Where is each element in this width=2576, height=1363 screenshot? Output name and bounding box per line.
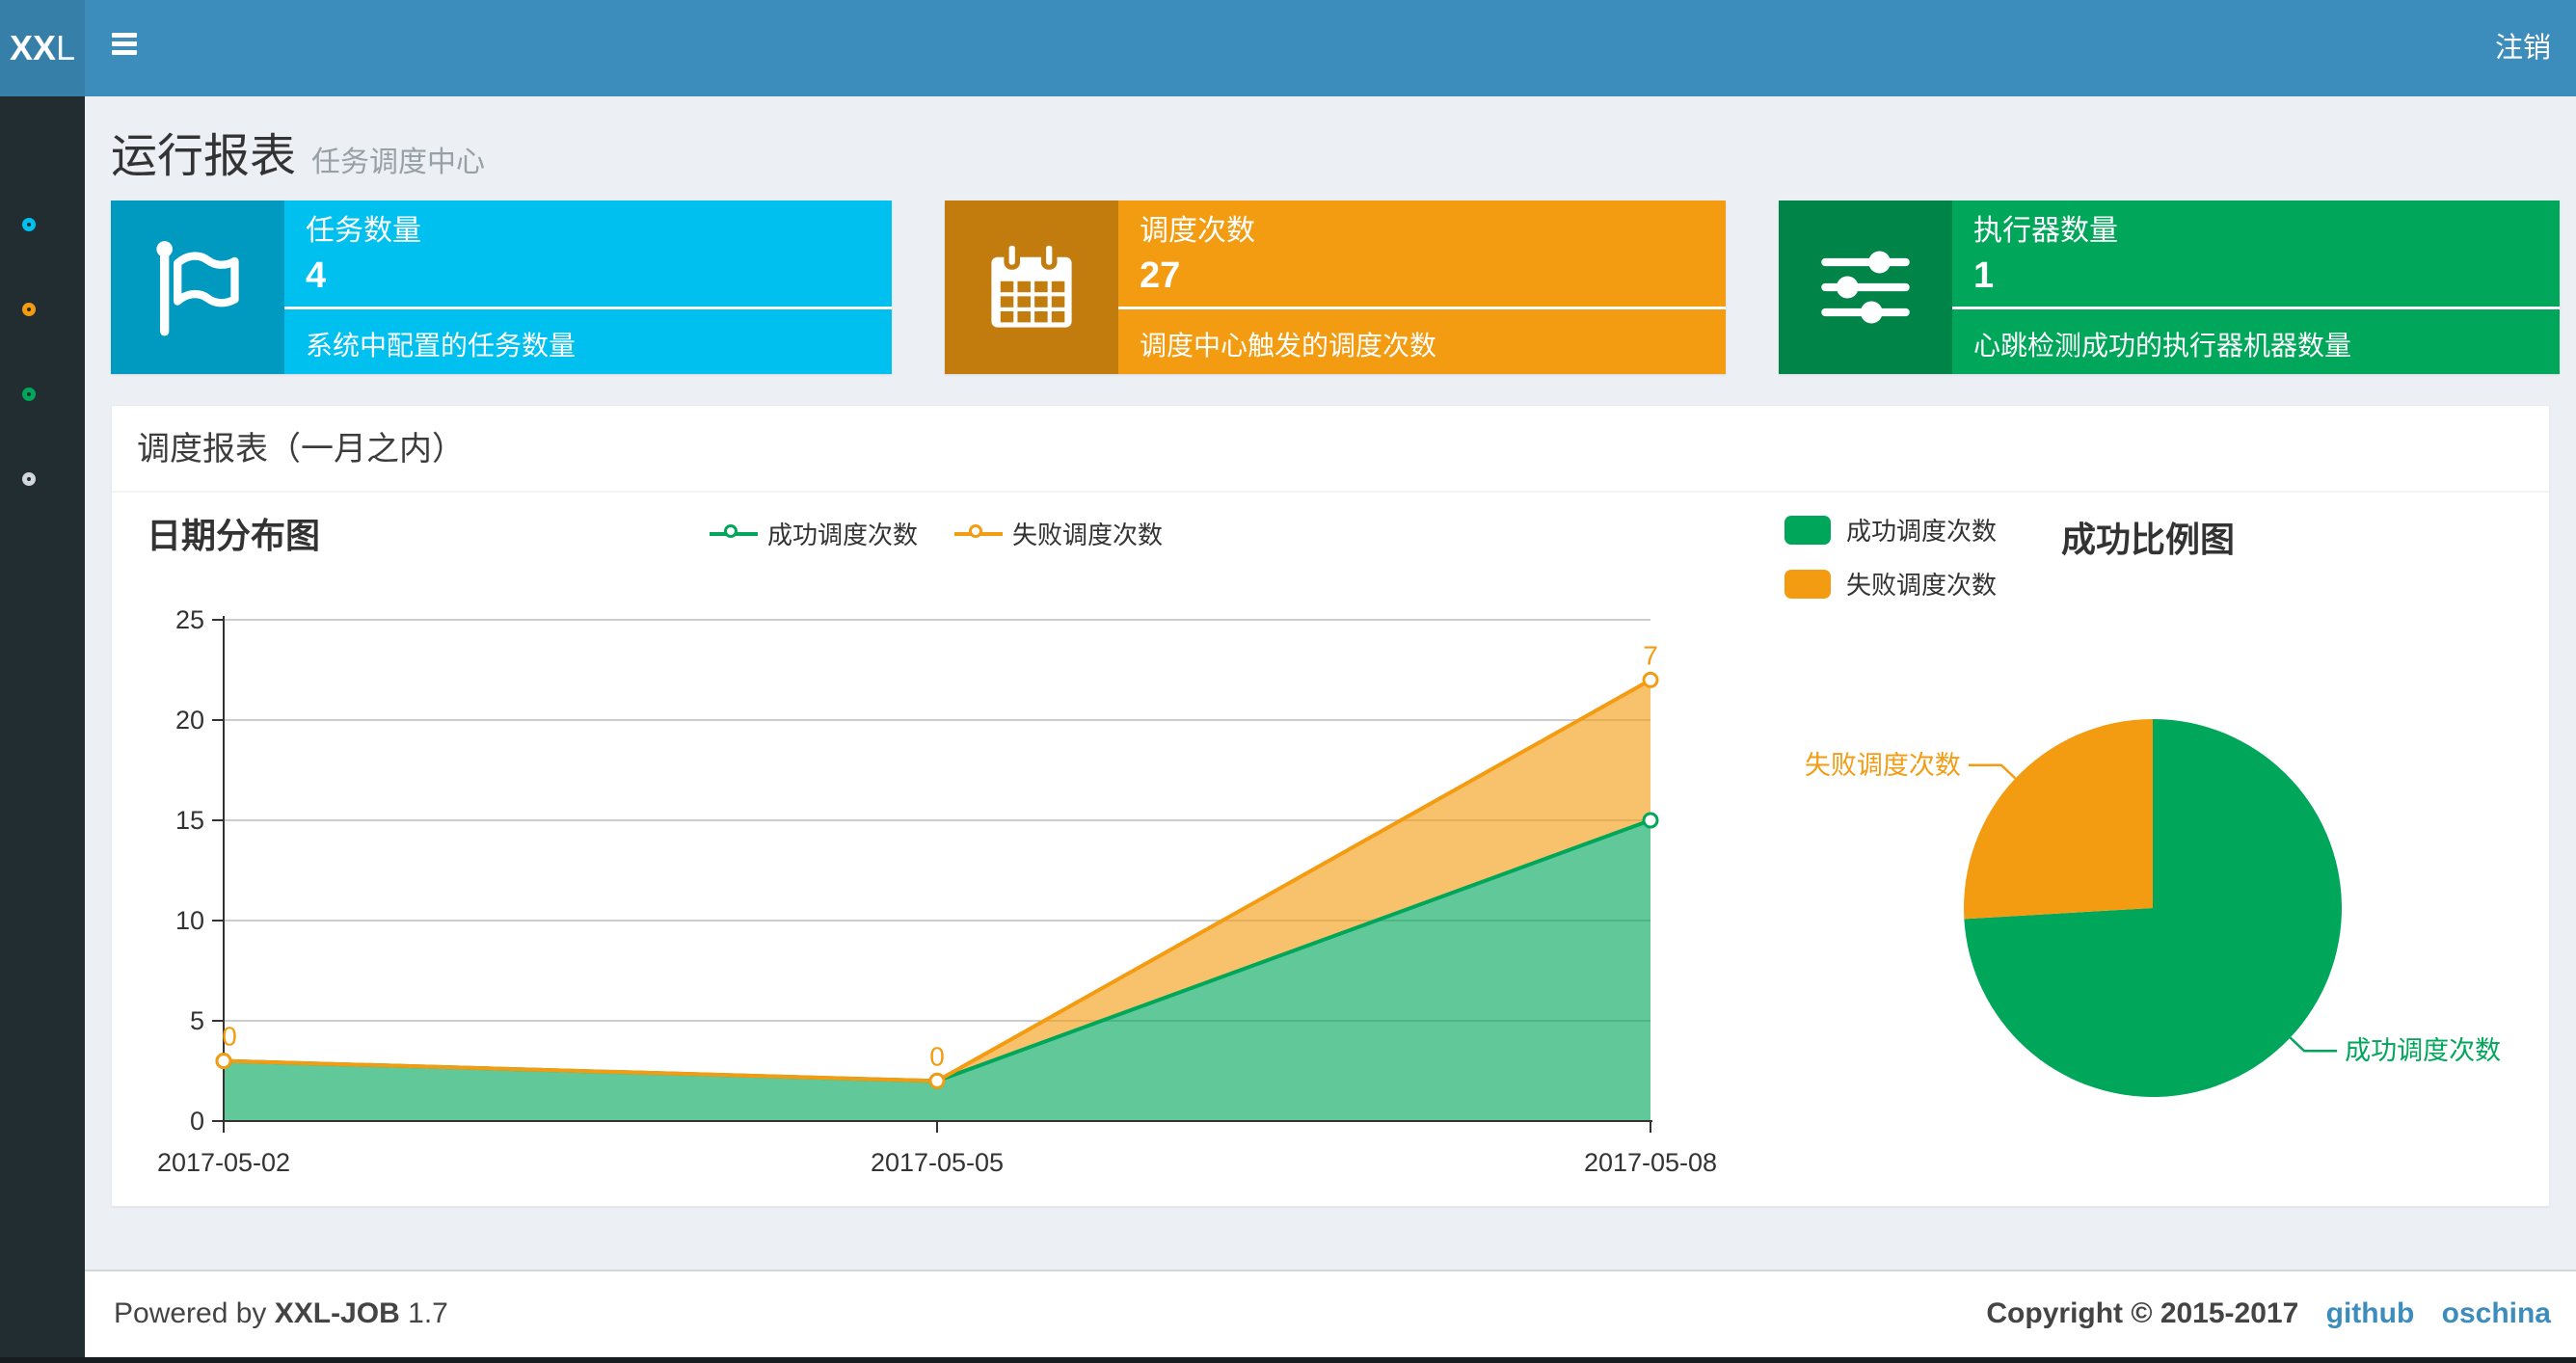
info-box-divider [1952, 307, 2560, 309]
svg-text:0: 0 [190, 1107, 204, 1136]
svg-text:2017-05-08: 2017-05-08 [1584, 1148, 1717, 1177]
powered-by-text: Powered by XXL-JOB 1.7 [114, 1271, 448, 1355]
legend-item[interactable]: 失败调度次数 [954, 516, 1163, 551]
top-navbar: XXL 注销 [0, 0, 2576, 96]
info-box-value: 4 [306, 255, 327, 296]
copyright-text: Copyright © 2015-2017 github oschina [1986, 1271, 2551, 1355]
oschina-link[interactable]: oschina [2442, 1297, 2551, 1329]
info-box-description: 心跳检测成功的执行器机器数量 [1973, 331, 2352, 361]
sidebar-item-job-icon[interactable] [22, 303, 36, 316]
sliders-icon [1779, 200, 1952, 374]
sidebar-toggle-icon[interactable] [110, 31, 139, 66]
info-box-title: 调度次数 [1140, 215, 1255, 247]
sidebar-item-report-icon[interactable] [22, 218, 36, 231]
date-distribution-chart[interactable]: 05101520252017-05-02 2017-05-05 2017-05-08… [112, 579, 1751, 1208]
logo-light-text: L [56, 28, 76, 67]
info-box-title: 任务数量 [306, 215, 421, 247]
logout-button[interactable]: 注销 [2470, 0, 2576, 96]
app-logo[interactable]: XXL [0, 0, 85, 96]
info-box-executors: 执行器数量 1 心跳检测成功的执行器机器数量 [1779, 200, 2560, 374]
panel-title: 调度报表（一月之内） [112, 406, 2549, 493]
svg-text:15: 15 [175, 806, 204, 835]
info-box-title: 执行器数量 [1973, 215, 2118, 247]
line-chart-legend: 成功调度次数 失败调度次数 [709, 516, 1163, 551]
calendar-icon [945, 200, 1118, 374]
sidebar [0, 96, 85, 1363]
svg-text:2017-05-02: 2017-05-02 [157, 1148, 290, 1177]
svg-text:0: 0 [222, 1022, 237, 1052]
info-box-divider [284, 307, 892, 309]
info-box-description: 系统中配置的任务数量 [306, 331, 577, 361]
page-header: 运行报表 任务调度中心 [111, 118, 485, 185]
sidebar-item-help-icon[interactable] [22, 472, 36, 486]
copyright-years: Copyright © 2015-2017 [1986, 1297, 2299, 1329]
legend-item[interactable]: 成功调度次数 [1784, 512, 1997, 548]
info-box-value: 1 [1973, 255, 1995, 296]
powered-by-prefix: Powered by [114, 1297, 267, 1329]
pie-chart-title: 成功比例图 [2061, 520, 2236, 559]
product-name: XXL-JOB [274, 1297, 400, 1329]
footer: Powered by XXL-JOB 1.7 Copyright © 2015-… [85, 1269, 2576, 1357]
page-subtitle: 任务调度中心 [311, 147, 486, 178]
page-title: 运行报表 [111, 131, 297, 182]
svg-text:20: 20 [175, 706, 204, 735]
svg-text:0: 0 [929, 1041, 945, 1071]
report-panel: 调度报表（一月之内） 日期分布图 成功调度次数 失败调度次数 成功调度次数 失败调度… [111, 405, 2550, 1207]
svg-text:成功调度次数: 成功调度次数 [2345, 1036, 2501, 1065]
legend-label: 失败调度次数 [1846, 571, 1998, 600]
info-box-description: 调度中心触发的调度次数 [1140, 331, 1437, 361]
line-chart-title: 日期分布图 [147, 516, 321, 555]
svg-text:25: 25 [175, 605, 204, 634]
svg-text:5: 5 [190, 1006, 204, 1035]
legend-item[interactable]: 成功调度次数 [709, 516, 918, 551]
window-bottom-edge [0, 1357, 2576, 1363]
success-ratio-pie-chart[interactable]: 成功调度次数 失败调度次数 [1784, 676, 2551, 1177]
svg-text:7: 7 [1643, 640, 1658, 670]
legend-item[interactable]: 失败调度次数 [1784, 566, 1997, 601]
legend-label: 成功调度次数 [766, 521, 918, 549]
svg-text:10: 10 [175, 906, 204, 935]
info-box-divider [1118, 307, 1726, 309]
info-box-triggers: 调度次数 27 调度中心触发的调度次数 [945, 200, 1726, 374]
pie-chart-legend: 成功调度次数 失败调度次数 [1784, 512, 1997, 601]
svg-text:2017-05-05: 2017-05-05 [871, 1148, 1004, 1177]
info-box-value: 27 [1140, 255, 1181, 296]
product-version: 1.7 [408, 1297, 448, 1329]
github-link[interactable]: github [2326, 1297, 2415, 1329]
legend-label: 失败调度次数 [1012, 521, 1164, 549]
flag-icon [111, 200, 284, 374]
info-box-jobs: 任务数量 4 系统中配置的任务数量 [111, 200, 892, 374]
svg-text:失败调度次数: 失败调度次数 [1805, 751, 1961, 780]
sidebar-item-log-icon[interactable] [22, 388, 36, 401]
legend-label: 成功调度次数 [1846, 517, 1998, 546]
logo-bold-text: XX [9, 28, 56, 67]
